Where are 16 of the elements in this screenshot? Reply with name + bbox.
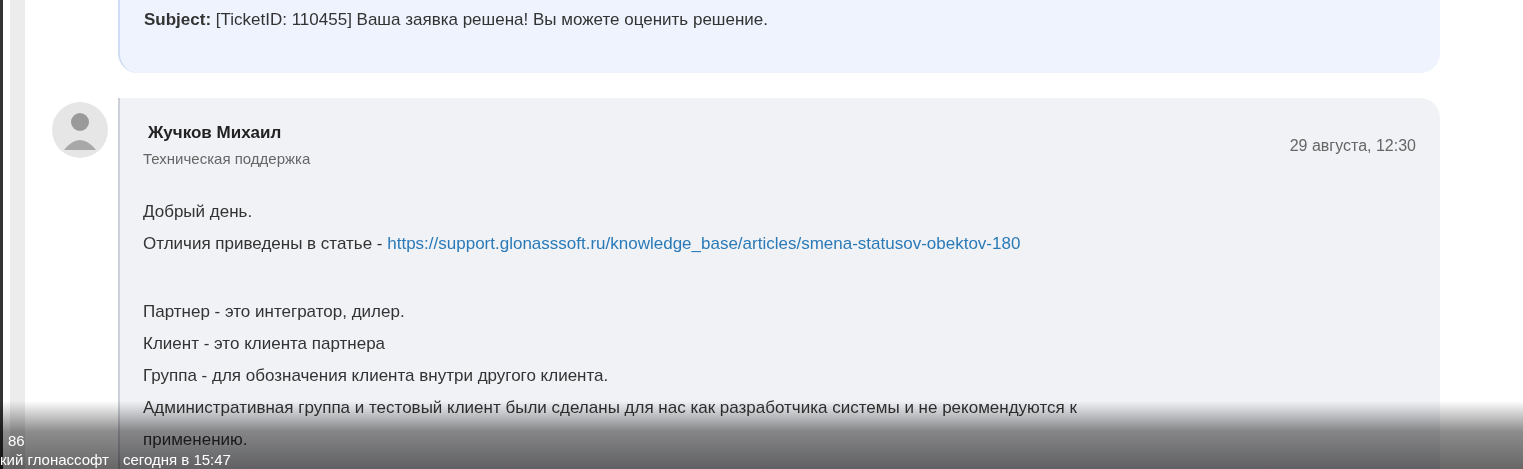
article-link[interactable]: https://support.glonasssoft.ru/knowledge_base/articles/smena-statusov-obektov-180 <box>387 234 1021 253</box>
overlay-text: 86 <box>8 431 25 451</box>
message-text: Партнер - это интегратор, дилер. <box>143 301 406 323</box>
author-name: Жучков Михаил <box>148 122 283 144</box>
message-text: применению. <box>143 429 249 451</box>
message-text: Клиент - это клиента партнера <box>143 333 387 355</box>
overlay-text: сегодня в 15:47 <box>122 451 231 469</box>
author-role: Техническая поддержка <box>143 149 311 169</box>
message-text: Отличия приведены в статье - https://support.glonasssoft.ru/knowledge_base/articles/smena-statusov-obektov-180 <box>143 233 1022 255</box>
overlay-text: кий глонассофт <box>0 451 109 469</box>
avatar-icon <box>50 100 110 160</box>
message-text: Добрый день. <box>143 201 254 223</box>
message-text: Административная группа и тестовый клиент были сделаны для нас как разработчика системы и не рекомендуются к <box>143 397 1078 419</box>
message-text: Группа - для обозначения клиента внутри другого клиента. <box>143 365 610 387</box>
subject-line: Subject: [TicketID: 110455] Ваша заявка решена! Вы можете оценить решение. <box>144 9 769 31</box>
message-date: 29 августа, 12:30 <box>1289 137 1416 155</box>
